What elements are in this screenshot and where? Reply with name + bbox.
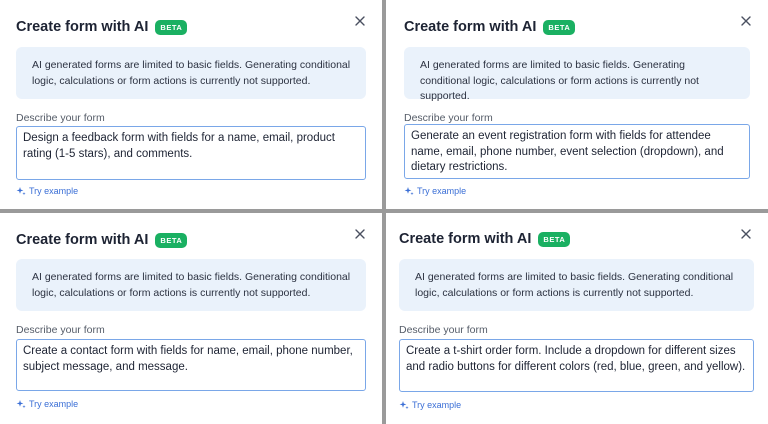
try-example-link[interactable]: Try example: [16, 399, 78, 409]
dialog-header: Create form with AI BETA: [16, 230, 188, 250]
sparkle-icon: [16, 187, 26, 196]
describe-form-input[interactable]: Generate an event registration form with…: [404, 124, 750, 179]
close-icon[interactable]: [352, 226, 368, 242]
describe-form-label: Describe your form: [16, 112, 105, 124]
describe-form-input[interactable]: Create a contact form with fields for na…: [16, 339, 366, 391]
close-icon[interactable]: [738, 226, 754, 242]
ai-form-dialog-2: Create form with AI BETA AI generated fo…: [386, 0, 768, 209]
describe-form-input[interactable]: Design a feedback form with fields for a…: [16, 126, 366, 180]
try-example-label[interactable]: Try example: [417, 186, 466, 196]
dialog-title: Create form with AI: [404, 19, 537, 35]
ai-form-dialog-4: Create form with AI BETA AI generated fo…: [386, 213, 768, 424]
dialog-title: Create form with AI: [16, 19, 149, 35]
try-example-label[interactable]: Try example: [412, 400, 461, 410]
close-icon[interactable]: [352, 13, 368, 29]
beta-badge: BETA: [155, 19, 188, 35]
describe-form-input[interactable]: Create a t-shirt order form. Include a d…: [399, 339, 754, 392]
dialog-title: Create form with AI: [399, 231, 532, 247]
try-example-label[interactable]: Try example: [29, 399, 78, 409]
dialog-title: Create form with AI: [16, 232, 149, 248]
try-example-link[interactable]: Try example: [16, 186, 78, 196]
describe-form-label: Describe your form: [404, 112, 493, 124]
ai-form-dialog-3: Create form with AI BETA AI generated fo…: [0, 213, 382, 424]
describe-form-label: Describe your form: [16, 324, 105, 336]
sparkle-icon: [16, 400, 26, 409]
close-icon[interactable]: [738, 13, 754, 29]
try-example-label[interactable]: Try example: [29, 186, 78, 196]
limitation-notice: AI generated forms are limited to basic …: [16, 47, 366, 99]
try-example-link[interactable]: Try example: [399, 400, 461, 410]
limitation-notice: AI generated forms are limited to basic …: [399, 259, 754, 311]
beta-badge: BETA: [538, 231, 571, 247]
dialog-header: Create form with AI BETA: [399, 229, 571, 249]
ai-form-dialog-1: Create form with AI BETA AI generated fo…: [0, 0, 382, 209]
beta-badge: BETA: [543, 19, 576, 35]
sparkle-icon: [404, 187, 414, 196]
dialog-header: Create form with AI BETA: [404, 17, 576, 37]
dialog-header: Create form with AI BETA: [16, 17, 188, 37]
limitation-notice: AI generated forms are limited to basic …: [16, 259, 366, 311]
sparkle-icon: [399, 401, 409, 410]
limitation-notice: AI generated forms are limited to basic …: [404, 47, 750, 102]
try-example-link[interactable]: Try example: [404, 186, 466, 196]
describe-form-label: Describe your form: [399, 324, 488, 336]
beta-badge: BETA: [155, 232, 188, 248]
